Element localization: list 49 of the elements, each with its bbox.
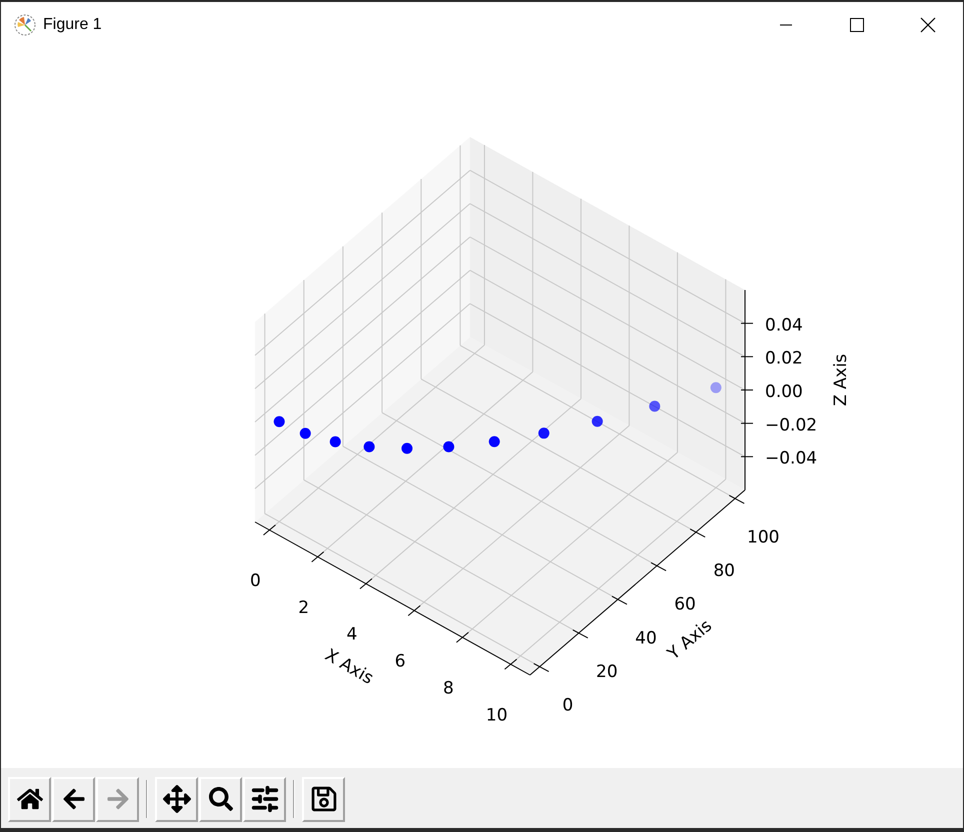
axis-label: Y Axis (664, 616, 716, 664)
toolbar-button[interactable] (155, 776, 198, 822)
back-arrow-icon (62, 787, 86, 811)
data-point (300, 428, 311, 439)
minimize-icon (780, 24, 792, 26)
data-point (488, 436, 500, 448)
move-icon (162, 785, 190, 813)
tick-label: 0.02 (765, 348, 803, 369)
search-icon (208, 787, 232, 811)
toolbar-button[interactable] (243, 776, 286, 822)
tick-label: 0.04 (765, 315, 803, 336)
window-title: Figure 1 (43, 15, 102, 35)
toolbar-button[interactable] (8, 776, 51, 822)
data-point (710, 382, 722, 394)
toolbar-button[interactable] (302, 776, 345, 822)
toolbar-button[interactable] (52, 776, 95, 822)
tick-label: 6 (394, 652, 406, 672)
data-point (364, 441, 375, 452)
tick-label: −0.02 (765, 415, 818, 436)
data-point (274, 416, 285, 428)
tick-label: 60 (674, 594, 696, 615)
data-point (330, 436, 341, 448)
tick-label: 40 (635, 628, 657, 648)
data-point (538, 428, 550, 439)
forward-arrow-icon (106, 787, 130, 811)
tick-label: 0.00 (765, 382, 803, 402)
close-icon (920, 17, 936, 33)
tick-label: 0 (562, 696, 574, 716)
data-point (649, 400, 660, 412)
tick-label: 8 (443, 678, 454, 698)
axis-label: X Axis (321, 645, 377, 689)
tick-label: −0.04 (765, 448, 818, 469)
home-icon (16, 786, 42, 812)
save-icon (310, 785, 338, 813)
axis-label: Z Axis (831, 354, 851, 406)
tick-label: 100 (747, 527, 780, 548)
tick-label: 80 (713, 561, 735, 582)
tick-label: 4 (346, 624, 358, 645)
data-point (443, 441, 454, 452)
data-point (402, 442, 412, 454)
maximize-icon (850, 18, 864, 32)
toolbar-button[interactable] (199, 776, 242, 822)
tick-label: 10 (486, 705, 508, 726)
tick-label: 0 (250, 571, 261, 592)
tick-label: 20 (596, 662, 618, 682)
app-icon (14, 14, 36, 36)
sliders-icon (250, 784, 280, 814)
data-point (592, 416, 603, 427)
tick-label: 2 (298, 598, 310, 618)
